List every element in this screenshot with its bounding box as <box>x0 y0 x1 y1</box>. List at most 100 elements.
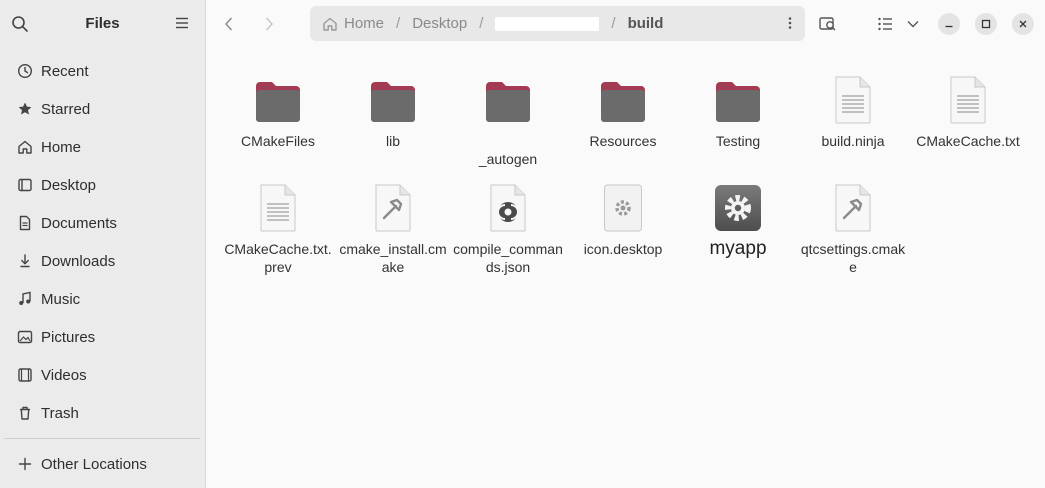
file-item-script[interactable]: cmake_install.cmake <box>337 180 449 276</box>
breadcrumb-build[interactable]: build <box>628 15 664 32</box>
chevron-right-icon <box>265 17 273 31</box>
file-item-text[interactable]: CMakeCache.txt <box>912 72 1024 150</box>
view-list-button[interactable] <box>876 14 896 34</box>
home-icon <box>17 139 33 155</box>
sidebar-item-pictures[interactable]: Pictures <box>0 318 206 356</box>
clock-icon <box>17 63 33 79</box>
star-icon <box>17 101 33 117</box>
file-name: icon.desktop <box>583 241 663 257</box>
music-icon <box>17 291 33 307</box>
hamburger-menu-icon[interactable] <box>175 16 189 30</box>
more-options-icon[interactable] <box>783 16 797 30</box>
view-options-button[interactable] <box>903 14 923 34</box>
close-icon <box>1019 20 1027 28</box>
file-item-script[interactable]: qtcsettings.cmake <box>797 180 909 276</box>
sidebar-item-label: Desktop <box>41 176 97 194</box>
folder-icon <box>601 82 645 122</box>
close-button[interactable] <box>1012 13 1034 35</box>
sidebar-item-label: Videos <box>41 366 87 384</box>
file-name: myapp <box>709 238 767 259</box>
file-item-executable[interactable]: myapp <box>682 180 794 260</box>
breadcrumb-label: Home <box>344 15 385 32</box>
sidebar-item-label: Recent <box>41 62 89 80</box>
file-name: CMakeCache.txt.prev <box>224 241 332 275</box>
script-file-icon <box>835 184 871 232</box>
executable-gear-icon <box>715 185 761 231</box>
file-item-text[interactable]: build.ninja <box>797 72 909 150</box>
sidebar-item-other-locations[interactable]: Other Locations <box>0 445 206 483</box>
chevron-left-icon <box>225 17 233 31</box>
list-view-icon <box>878 17 892 31</box>
redacted-folder-name <box>495 16 600 31</box>
sidebar-item-label: Music <box>41 290 81 308</box>
sidebar-item-label: Other Locations <box>41 455 147 473</box>
plus-icon <box>17 456 33 472</box>
file-item-folder[interactable]: _autogen <box>452 72 564 168</box>
sidebar-item-label: Pictures <box>41 328 96 346</box>
breadcrumb-separator: / <box>479 15 484 32</box>
breadcrumb-desktop[interactable]: Desktop <box>412 15 467 32</box>
download-icon <box>17 253 33 269</box>
sidebar: Files Recent Starred Home Desktop Docume… <box>0 0 206 488</box>
forward-button[interactable] <box>257 12 281 36</box>
file-item-folder[interactable]: lib <box>337 72 449 150</box>
maximize-button[interactable] <box>975 13 997 35</box>
text-file-icon <box>950 76 986 124</box>
file-name: compile_commands.json <box>453 241 563 275</box>
trash-icon <box>17 405 33 421</box>
file-item-folder[interactable]: CMakeFiles <box>222 72 334 150</box>
text-file-icon <box>835 76 871 124</box>
minimize-button[interactable] <box>938 13 960 35</box>
search-in-folder-button[interactable] <box>818 14 838 34</box>
document-icon <box>17 215 33 231</box>
file-item-desktop[interactable]: icon.desktop <box>567 180 679 258</box>
path-bar[interactable]: Home / Desktop / / build <box>310 6 805 41</box>
chevron-down-icon <box>907 21 919 28</box>
sidebar-item-documents[interactable]: Documents <box>0 204 206 242</box>
folder-icon <box>716 82 760 122</box>
breadcrumb-redacted[interactable] <box>495 16 600 31</box>
file-name: qtcsettings.cmake <box>800 241 906 275</box>
maximize-icon <box>981 19 991 29</box>
folder-icon <box>371 82 415 122</box>
file-name: build.ninja <box>821 133 885 149</box>
file-item-folder[interactable]: Resources <box>567 72 679 150</box>
sidebar-item-label: Trash <box>41 404 79 422</box>
sidebar-item-desktop[interactable]: Desktop <box>0 166 206 204</box>
file-grid[interactable]: CMakeFiles lib _autogen Resources Testin… <box>207 48 1045 488</box>
back-button[interactable] <box>217 12 241 36</box>
sidebar-places: Recent Starred Home Desktop Documents Do… <box>0 52 206 432</box>
sidebar-divider <box>4 438 200 439</box>
breadcrumb-label: build <box>627 15 664 32</box>
sidebar-item-recent[interactable]: Recent <box>0 52 206 90</box>
sidebar-item-trash[interactable]: Trash <box>0 394 206 432</box>
home-icon <box>323 17 337 31</box>
folder-icon <box>256 82 300 122</box>
file-name: CMakeFiles <box>241 133 315 149</box>
file-name: _autogen <box>478 151 538 167</box>
breadcrumb-separator: / <box>396 15 401 32</box>
file-item-folder[interactable]: Testing <box>682 72 794 150</box>
sidebar-item-starred[interactable]: Starred <box>0 90 206 128</box>
folder-icon <box>486 82 530 122</box>
minimize-icon <box>945 25 953 28</box>
video-icon <box>17 367 33 383</box>
file-name: cmake_install.cmake <box>339 241 447 275</box>
file-name: lib <box>385 133 400 149</box>
sidebar-header: Files <box>0 0 205 48</box>
file-name: CMakeCache.txt <box>916 133 1020 149</box>
sidebar-item-music[interactable]: Music <box>0 280 206 318</box>
file-item-json[interactable]: compile_commands.json <box>452 180 564 276</box>
sidebar-item-videos[interactable]: Videos <box>0 356 206 394</box>
folder-search-icon <box>819 17 836 31</box>
breadcrumb-label: Desktop <box>412 15 468 32</box>
sidebar-item-downloads[interactable]: Downloads <box>0 242 206 280</box>
header-bar: Home / Desktop / / build <box>207 0 1045 48</box>
file-item-text[interactable]: CMakeCache.txt.prev <box>222 180 334 276</box>
sidebar-item-label: Starred <box>41 100 91 118</box>
breadcrumb-home[interactable]: Home <box>322 15 384 32</box>
json-file-icon <box>490 184 526 232</box>
file-name: Resources <box>589 133 657 149</box>
sidebar-item-home[interactable]: Home <box>0 128 206 166</box>
script-file-icon <box>375 184 411 232</box>
